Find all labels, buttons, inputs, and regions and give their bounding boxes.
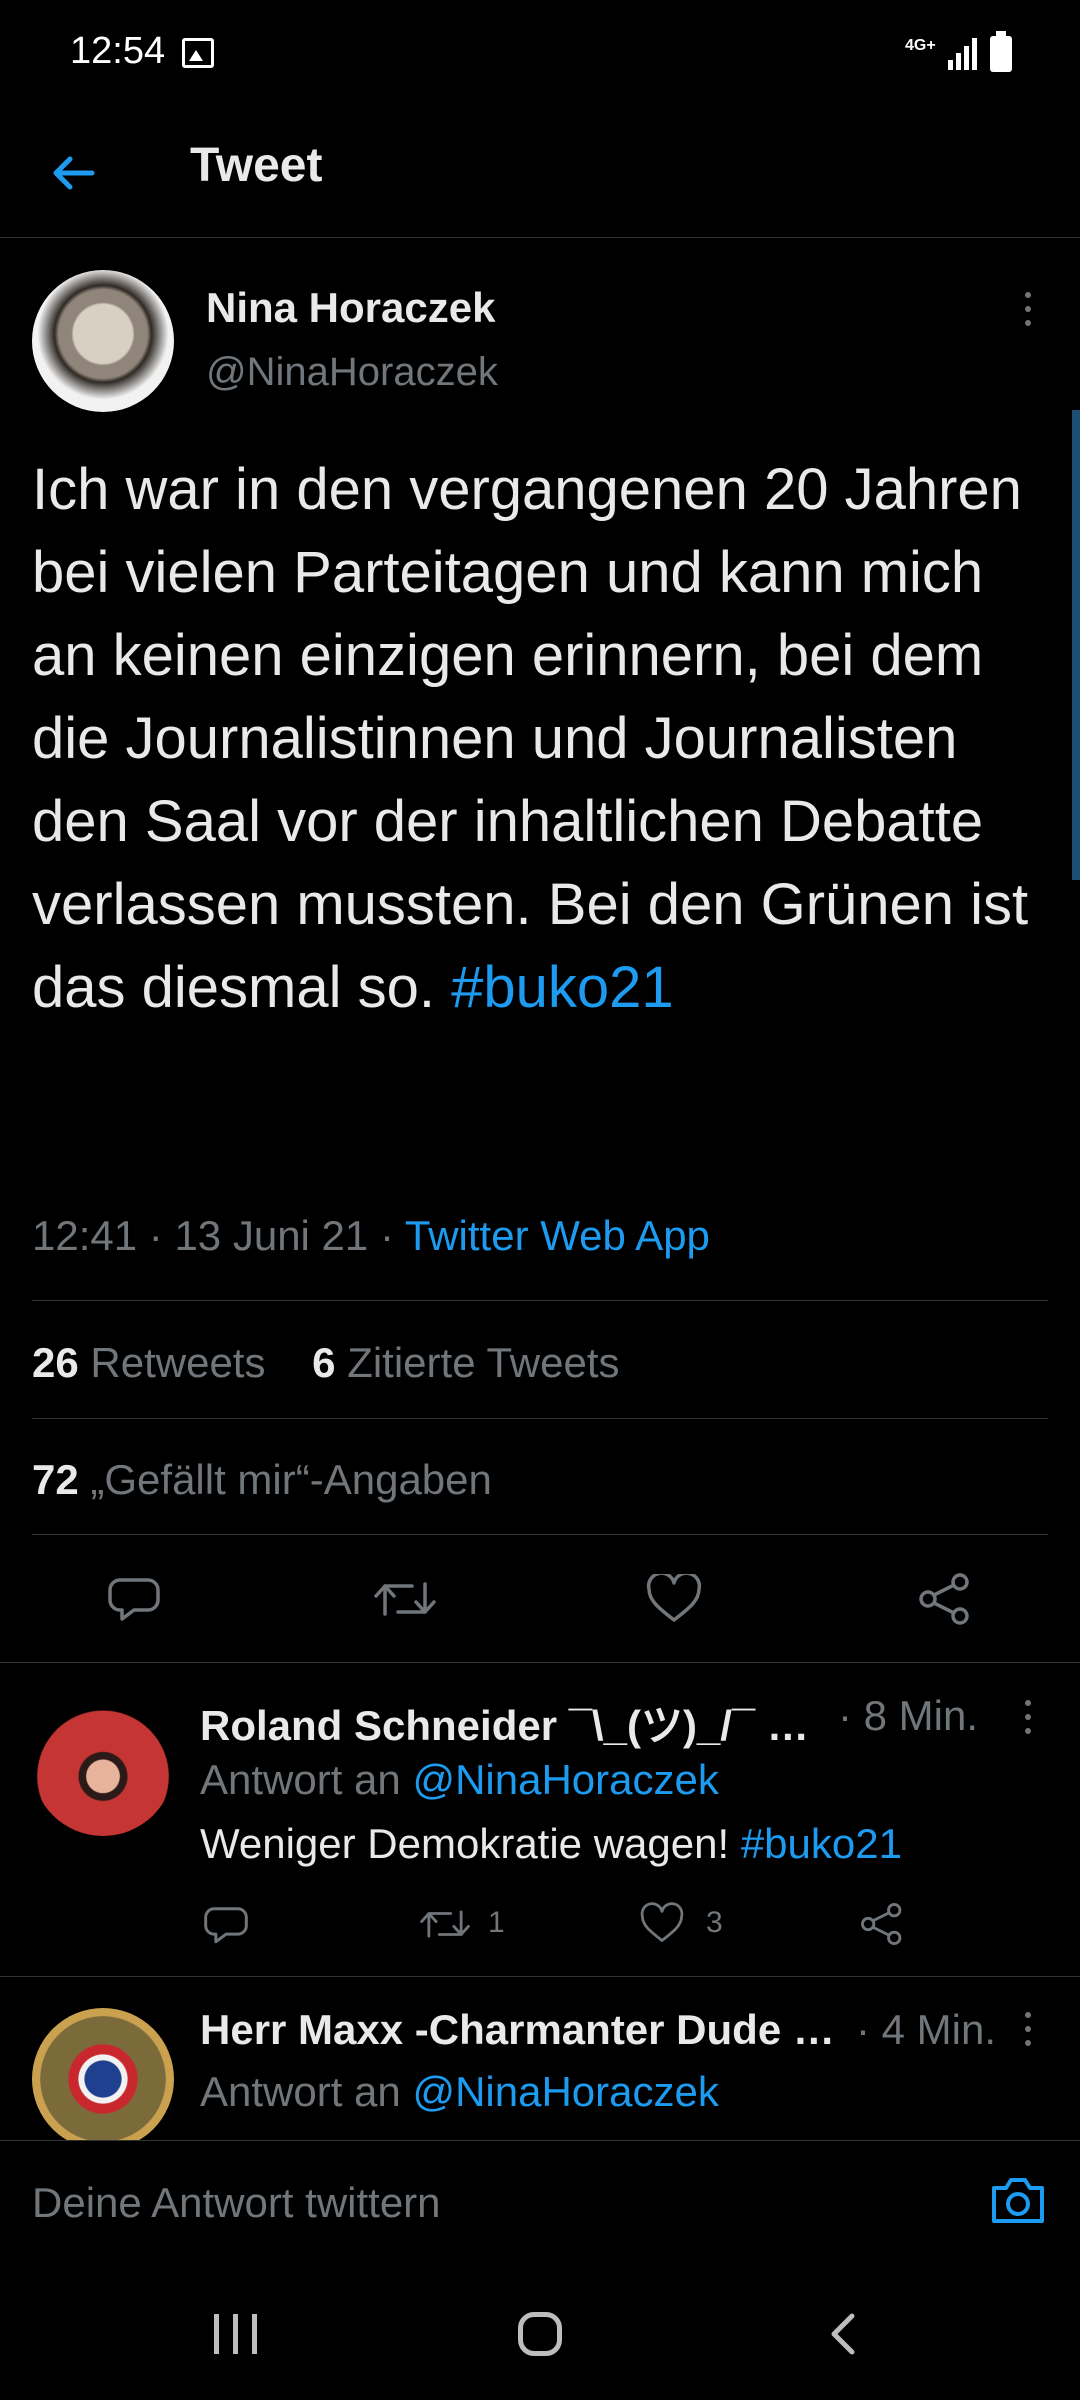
like-label[interactable]: „Gefällt mir“-Angaben: [90, 1456, 491, 1503]
divider: [32, 1418, 1048, 1419]
tweet-metadata: 12:41 · 13 Juni 21 · Twitter Web App: [32, 1212, 710, 1260]
reply-mention[interactable]: @NinaHoraczek: [412, 2068, 718, 2115]
reply-hashtag[interactable]: #buko21: [741, 1820, 902, 1867]
retweet-icon[interactable]: [374, 1574, 436, 1624]
tweet-time: 12:41: [32, 1212, 138, 1259]
tweet-body: Ich war in den vergangenen 20 Jahren bei…: [32, 457, 1029, 1020]
status-bar: 12:54 4G+: [0, 0, 1080, 110]
like-icon[interactable]: [640, 1902, 684, 1946]
share-icon[interactable]: [860, 1902, 904, 1946]
gallery-notification-icon: [182, 38, 214, 68]
battery-icon: [990, 31, 1012, 72]
divider: [32, 1300, 1048, 1301]
divider: [32, 1534, 1048, 1535]
compose-bar: Deine Antwort twittern: [0, 2140, 1080, 2259]
author-avatar[interactable]: [32, 270, 174, 412]
camera-icon[interactable]: [990, 2175, 1046, 2225]
reply-author-name[interactable]: Herr Maxx -Charmanter Dude …: [200, 2006, 850, 2054]
signal-strength-icon: [948, 38, 978, 70]
tweet-text: Ich war in den vergangenen 20 Jahren bei…: [32, 448, 1042, 1029]
more-vertical-icon[interactable]: [1022, 292, 1034, 332]
tweet-hashtag[interactable]: #buko21: [451, 955, 674, 1020]
reply-like-count: 3: [706, 1906, 723, 1939]
meta-separator: ·: [148, 1212, 163, 1259]
reply-prefix: Antwort an: [200, 1756, 401, 1803]
reply-icon[interactable]: [108, 1572, 160, 1624]
retweet-stats: 26 Retweets 6 Zitierte Tweets: [32, 1339, 620, 1387]
reply-compose-input[interactable]: Deine Antwort twittern: [32, 2179, 441, 2227]
reply-avatar[interactable]: [32, 2008, 174, 2150]
divider: [0, 1976, 1080, 1977]
reply-to-line: Antwort an @NinaHoraczek: [200, 1756, 719, 1804]
reply-mention[interactable]: @NinaHoraczek: [412, 1756, 718, 1803]
status-time: 12:54: [70, 30, 166, 72]
page-title: Tweet: [190, 139, 323, 192]
recent-apps-icon[interactable]: [214, 2314, 258, 2354]
network-type: 4G+: [905, 37, 936, 54]
back-arrow-icon[interactable]: [48, 148, 98, 198]
reply-time: · 4 Min.: [856, 2006, 997, 2053]
home-icon[interactable]: [518, 2312, 562, 2356]
retweet-label[interactable]: Retweets: [90, 1339, 265, 1386]
reply-icon[interactable]: [204, 1902, 248, 1946]
share-icon[interactable]: [918, 1572, 972, 1626]
retweet-count[interactable]: 26: [32, 1339, 79, 1386]
tweet-date: 13 Juni 21: [174, 1212, 369, 1259]
tweet-source[interactable]: Twitter Web App: [405, 1212, 710, 1259]
like-count[interactable]: 72: [32, 1456, 79, 1503]
more-vertical-icon[interactable]: [1022, 1700, 1034, 1740]
meta-separator: ·: [379, 1212, 394, 1259]
reply-author-name[interactable]: Roland Schneider ¯\_(ツ)_/¯ …: [200, 1692, 830, 1753]
system-back-icon[interactable]: [822, 2312, 866, 2356]
more-vertical-icon[interactable]: [1022, 2012, 1034, 2052]
divider: [0, 1662, 1080, 1663]
app-header: Tweet: [0, 110, 1080, 238]
quote-label[interactable]: Zitierte Tweets: [347, 1339, 619, 1386]
reply-retweet-count: 1: [488, 1906, 505, 1939]
reply-prefix: Antwort an: [200, 2068, 401, 2115]
scrollbar[interactable]: [1072, 410, 1080, 880]
author-handle[interactable]: @NinaHoraczek: [206, 350, 498, 395]
reply-to-line: Antwort an @NinaHoraczek: [200, 2068, 719, 2116]
quote-count[interactable]: 6: [312, 1339, 335, 1386]
reply-time: · 8 Min.: [838, 1692, 979, 1739]
system-navigation-bar: [0, 2258, 1080, 2400]
like-stats: 72 „Gefällt mir“-Angaben: [32, 1456, 492, 1504]
like-icon[interactable]: [646, 1574, 702, 1624]
reply-avatar[interactable]: [32, 1694, 174, 1836]
reply-body: Weniger Demokratie wagen!: [200, 1820, 730, 1867]
reply-text: Weniger Demokratie wagen! #buko21: [200, 1820, 902, 1868]
author-name[interactable]: Nina Horaczek: [206, 284, 495, 332]
retweet-icon[interactable]: [420, 1902, 470, 1946]
